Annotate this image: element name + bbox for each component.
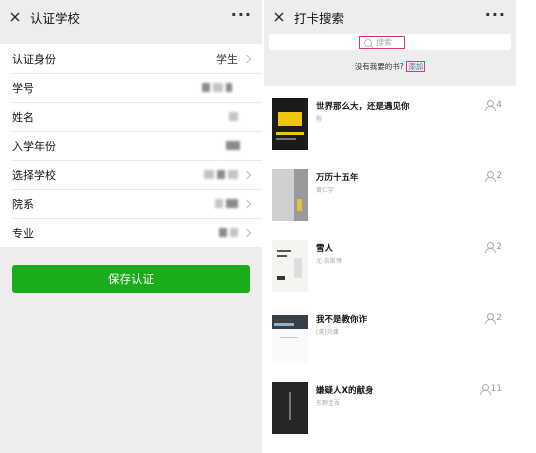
redacted-value: [228, 170, 238, 179]
redacted-value: [230, 228, 238, 237]
reader-count: 2: [485, 171, 502, 182]
book-author: 东野圭吾: [316, 400, 341, 407]
book-author: 尤·奈斯博: [316, 258, 342, 265]
department-label: 院系: [12, 197, 34, 211]
reader-count: 4: [485, 100, 502, 111]
book-title: 万历十五年: [316, 173, 359, 183]
redacted-value: [202, 83, 210, 92]
redacted-value: [229, 112, 238, 121]
book-title: 世界那么大，还是遇见你: [316, 102, 410, 112]
person-icon: [485, 313, 497, 324]
book-list: 世界那么大，还是遇见你 程 4 万历十五年 黄仁宇 2 雪人 尤·奈斯博 2 我…: [264, 86, 516, 453]
book-title: 嫌疑人X的献身: [316, 386, 374, 396]
person-icon: [479, 384, 491, 395]
person-icon: [485, 242, 497, 253]
missing-book-hint: 没有我要的书? 添加: [264, 61, 516, 72]
identity-label: 认证身份: [12, 52, 56, 66]
close-icon: [274, 12, 284, 22]
navbar: 认证学校 ···: [0, 0, 262, 34]
chevron-right-icon: [242, 170, 252, 179]
form-row-school[interactable]: 选择学校: [0, 160, 262, 189]
reader-count-value: 2: [496, 242, 502, 252]
search-input[interactable]: 搜索: [359, 36, 405, 49]
search-placeholder: 搜索: [376, 38, 392, 47]
more-menu-button[interactable]: ···: [231, 5, 252, 24]
book-title: 我不是教你诈: [316, 315, 368, 325]
add-book-link[interactable]: 添加: [406, 61, 426, 72]
redacted-value: [226, 199, 238, 208]
navbar: 打卡搜索 ···: [264, 0, 516, 34]
close-button[interactable]: [0, 0, 30, 34]
book-cover: [272, 311, 308, 363]
form-row-identity[interactable]: 认证身份 学生: [0, 44, 262, 73]
form-row-enroll-year[interactable]: 入学年份: [0, 131, 262, 160]
school-label: 选择学校: [12, 168, 56, 182]
book-title: 雪人: [316, 244, 334, 254]
reader-count-value: 2: [496, 171, 502, 181]
person-icon: [485, 171, 497, 182]
chevron-right-icon: [242, 54, 252, 63]
redacted-value: [226, 83, 232, 92]
chevron-right-icon: [242, 228, 252, 237]
reader-count-value: 11: [490, 384, 502, 394]
book-cover: [272, 169, 308, 221]
search-icon: [364, 38, 372, 47]
reader-count-value: 4: [496, 100, 502, 110]
book-cover: [272, 382, 308, 434]
list-item[interactable]: 我不是教你诈 [美]刘墉 2: [264, 299, 516, 370]
student-id-label: 学号: [12, 81, 34, 95]
certify-school-screen: 认证学校 ··· 认证身份 学生 学号 姓名 入学年份 选择学校 院系 专业 保…: [0, 0, 262, 453]
chevron-right-icon: [242, 199, 252, 208]
redacted-value: [226, 141, 240, 150]
form-row-department[interactable]: 院系: [0, 189, 262, 218]
page-title: 认证学校: [30, 10, 81, 26]
reader-count: 2: [485, 242, 502, 253]
close-icon: [10, 12, 20, 22]
form-row-name[interactable]: 姓名: [0, 102, 262, 131]
redacted-value: [217, 170, 225, 179]
page-title: 打卡搜索: [294, 10, 345, 26]
checkin-search-screen: 打卡搜索 ··· 搜索 没有我要的书? 添加 世界那么大，还是遇见你 程 4 万…: [264, 0, 516, 453]
book-author: 黄仁宇: [316, 187, 335, 194]
reader-count-value: 2: [496, 313, 502, 323]
identity-value: 学生: [216, 52, 238, 66]
list-item[interactable]: 世界那么大，还是遇见你 程 4: [264, 86, 516, 157]
list-item[interactable]: 嫌疑人X的献身 东野圭吾 11: [264, 370, 516, 441]
form-row-student-id[interactable]: 学号: [0, 73, 262, 102]
redacted-value: [204, 170, 214, 179]
book-cover: [272, 98, 308, 150]
enroll-year-label: 入学年份: [12, 139, 56, 153]
close-button[interactable]: [264, 0, 294, 34]
book-author: [美]刘墉: [316, 329, 339, 336]
form-row-major[interactable]: 专业: [0, 218, 262, 247]
major-label: 专业: [12, 226, 34, 240]
redacted-value: [215, 199, 223, 208]
book-author: 程: [316, 116, 323, 123]
redacted-value: [219, 228, 227, 237]
more-menu-button[interactable]: ···: [485, 5, 506, 24]
reader-count: 2: [485, 313, 502, 324]
name-label: 姓名: [12, 110, 34, 124]
certify-form: 认证身份 学生 学号 姓名 入学年份 选择学校 院系 专业: [0, 44, 262, 247]
list-item[interactable]: 万历十五年 黄仁宇 2: [264, 157, 516, 228]
hint-text: 没有我要的书?: [354, 62, 404, 71]
save-certification-button[interactable]: 保存认证: [12, 265, 250, 293]
book-cover: [272, 240, 308, 292]
person-icon: [485, 100, 497, 111]
redacted-value: [213, 83, 223, 92]
list-item[interactable]: 雪人 尤·奈斯博 2: [264, 228, 516, 299]
reader-count: 11: [479, 384, 502, 395]
